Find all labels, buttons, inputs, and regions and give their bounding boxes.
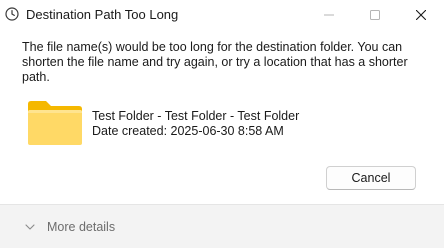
maximize-icon [370,10,380,20]
error-message: The file name(s) would be too long for t… [22,40,408,84]
window-title: Destination Path Too Long [26,7,179,22]
chevron-down-icon [25,224,35,230]
maximize-button[interactable] [352,0,398,30]
dialog-footer: More details [0,204,444,248]
dialog-content: The file name(s) would be too long for t… [0,30,444,204]
file-name: Test Folder - Test Folder - Test Folder [92,109,300,123]
dialog-window: Destination Path Too Long The file name(… [0,0,444,248]
close-button[interactable] [398,0,444,30]
clock-icon [5,7,19,21]
folder-icon [28,101,82,145]
more-details-label: More details [47,220,116,234]
cancel-button[interactable]: Cancel [326,166,416,190]
minimize-button[interactable] [306,0,352,30]
more-details-toggle[interactable]: More details [24,219,115,235]
minimize-icon [324,14,334,16]
close-icon [416,10,426,20]
file-date-created: Date created: 2025-06-30 8:58 AM [92,124,284,138]
title-bar[interactable]: Destination Path Too Long [0,0,444,30]
